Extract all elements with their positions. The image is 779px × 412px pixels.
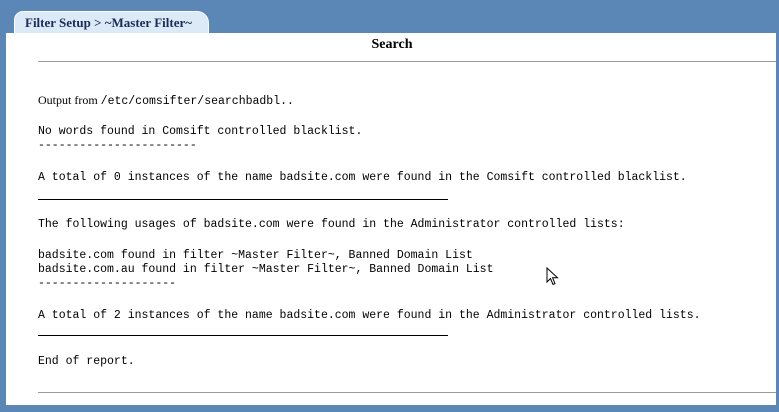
output-path: /etc/comsifter/searchbadbl..	[100, 95, 294, 108]
end-of-report-line: End of report.	[38, 355, 135, 368]
total-comsift-line: A total of 0 instances of the name badsi…	[38, 171, 687, 184]
rule-separator-2	[38, 335, 448, 336]
no-words-line: No words found in Comsift controlled bla…	[38, 125, 363, 138]
output-source-line: Output from /etc/comsifter/searchbadbl..	[38, 93, 294, 108]
dashes-separator-2: --------------------	[38, 277, 177, 290]
window-frame: Filter Setup > ~Master Filter~ Search Ou…	[0, 0, 779, 412]
title-divider	[38, 61, 776, 62]
breadcrumb-tab[interactable]: Filter Setup > ~Master Filter~	[14, 11, 210, 34]
main-panel: Search Output from /etc/comsifter/search…	[6, 33, 776, 405]
bottom-divider	[38, 392, 776, 393]
rule-separator-1	[38, 199, 448, 200]
dashes-separator-1: -----------------------	[38, 139, 197, 152]
found-line-1: badsite.com found in filter ~Master Filt…	[38, 249, 473, 262]
total-admin-line: A total of 2 instances of the name badsi…	[38, 309, 701, 322]
page-title: Search	[371, 37, 413, 52]
mouse-pointer-icon	[546, 267, 559, 286]
output-prefix: Output from	[38, 93, 101, 107]
following-usages-line: The following usages of badsite.com were…	[38, 218, 625, 231]
found-line-2: badsite.com.au found in filter ~Master F…	[38, 263, 494, 276]
